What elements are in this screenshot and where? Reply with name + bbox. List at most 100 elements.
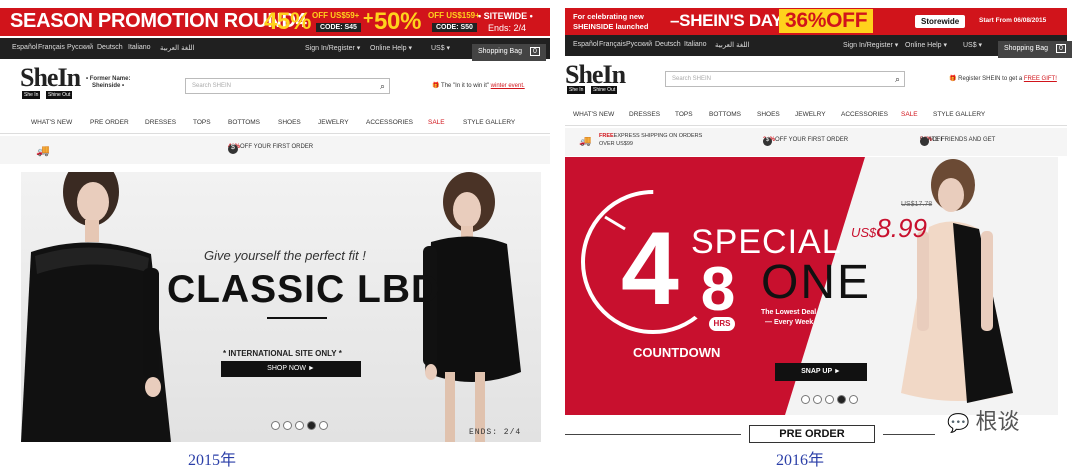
info-strip: 🚚 $ 40% OFF YOUR FIRST ORDER: [0, 136, 550, 164]
nav-whats-new[interactable]: WHAT'S NEW: [31, 119, 72, 126]
lang-es[interactable]: Español: [573, 41, 598, 48]
pre-order-heading[interactable]: PRE ORDER: [749, 425, 875, 443]
lang-ru[interactable]: Русский: [626, 41, 652, 48]
truck-icon: 🚚: [36, 145, 50, 157]
search-placeholder: Search SHEIN: [672, 76, 712, 82]
carousel-dot-active[interactable]: [307, 421, 316, 430]
promo-banner[interactable]: SEASON PROMOTION ROUND4 45% OFF US$59+ C…: [0, 8, 550, 36]
first-order-offer: $ 30% OFF YOUR FIRST ORDER: [763, 137, 848, 146]
nav-accessories[interactable]: ACCESSORIES: [841, 111, 888, 118]
carousel-dot[interactable]: [319, 421, 328, 430]
promo-note: 🎁 The "In it to win it" winter event.: [432, 82, 525, 89]
nav-style-gallery[interactable]: STYLE GALLERY: [933, 111, 985, 118]
logo-tag-shine-out: Shine Out: [46, 91, 73, 99]
lang-it[interactable]: Italiano: [684, 41, 707, 48]
nav-jewelry[interactable]: JEWELRY: [318, 119, 349, 126]
lang-ar[interactable]: اللغة العربية: [160, 44, 195, 52]
promo-start-date: Start From 06/08/2015: [979, 17, 1047, 24]
free-gift-link[interactable]: FREE GIFT!: [1024, 76, 1057, 82]
hero-tagline: Give yourself the perfect fit !: [204, 248, 366, 263]
carousel-dot[interactable]: [813, 395, 822, 404]
promo-percent: 36%OFF: [779, 9, 874, 33]
nav-sale[interactable]: SALE: [901, 111, 918, 118]
shopping-bag-button[interactable]: Shopping Bag 0: [998, 41, 1072, 58]
invite-friends-offer[interactable]: INVITE FRIENDS AND GET 50% OFF: [920, 137, 995, 146]
wechat-icon: 💬: [947, 413, 970, 433]
snap-up-button[interactable]: SNAP UP ►: [775, 363, 867, 381]
free-shipping-line: EXPRESS SHIPPING ON ORDERS: [613, 133, 703, 139]
free-shipping-text: FREE EXPRESS SHIPPING ON ORDERS: [599, 133, 702, 139]
hero-banner-2015[interactable]: Give yourself the perfect fit ! CLASSIC …: [21, 172, 541, 442]
nav-shoes[interactable]: SHOES: [278, 119, 301, 126]
carousel-dot[interactable]: [295, 421, 304, 430]
sign-in-link[interactable]: Sign In/Register ▾: [843, 41, 898, 49]
register-note-text: Register SHEIN to get a: [958, 76, 1023, 82]
divider-right: [883, 434, 935, 435]
promo-off-2: OFF US$159+: [428, 11, 480, 20]
logo-tag-shine-out: Shine Out: [591, 86, 618, 94]
lang-de[interactable]: Deutsch: [655, 41, 681, 48]
headline-divider: [267, 317, 327, 319]
currency-select[interactable]: US$ ▾: [431, 44, 450, 52]
shein-logo[interactable]: SheIn: [20, 63, 81, 93]
nav-bottoms[interactable]: BOTTOMS: [228, 119, 260, 126]
nav-bottoms[interactable]: BOTTOMS: [709, 111, 741, 118]
shopping-bag-label: Shopping Bag: [478, 48, 522, 55]
lang-ru[interactable]: Русский: [67, 44, 93, 51]
carousel-dot[interactable]: [283, 421, 292, 430]
nav-dresses[interactable]: DRESSES: [629, 111, 660, 118]
nav-dresses[interactable]: DRESSES: [145, 119, 176, 126]
promo-code-1: CODE: S45: [316, 23, 361, 32]
nav-whats-new[interactable]: WHAT'S NEW: [573, 111, 614, 118]
shein-2016-screenshot: For celebrating new SHEINSIDE launched –…: [563, 0, 1080, 467]
nav-jewelry[interactable]: JEWELRY: [795, 111, 826, 118]
carousel-dot-active[interactable]: [837, 395, 846, 404]
nav-accessories[interactable]: ACCESSORIES: [366, 119, 413, 126]
language-bar: Español Français Русский Deutsch Italian…: [565, 35, 1072, 58]
nav-pre-order[interactable]: PRE ORDER: [90, 119, 129, 126]
sale-price: US$8.99: [851, 213, 927, 244]
gift-icon: 🎁: [949, 76, 957, 82]
carousel-dot[interactable]: [801, 395, 810, 404]
countdown-label: COUNTDOWN: [633, 345, 721, 360]
promo-sitewide: • SITEWIDE •: [478, 11, 533, 21]
carousel-dot[interactable]: [849, 395, 858, 404]
carousel-dot[interactable]: [271, 421, 280, 430]
nav-shoes[interactable]: SHOES: [757, 111, 780, 118]
old-price: US$17.78: [901, 201, 933, 208]
carousel-dot[interactable]: [825, 395, 834, 404]
lang-es[interactable]: Español: [12, 44, 37, 51]
nav-sale[interactable]: SALE: [428, 119, 445, 126]
search-icon[interactable]: ⌕: [895, 74, 900, 85]
lang-fr[interactable]: Français: [599, 41, 626, 48]
promo-small-2: SHEINSIDE launched: [573, 22, 649, 31]
search-input[interactable]: Search SHEIN ⌕: [185, 78, 390, 94]
former-name-value: Sheinside •: [92, 83, 125, 89]
online-help-link[interactable]: Online Help ▾: [370, 44, 412, 52]
promo-note-link[interactable]: winter event.: [491, 83, 525, 89]
hero-banner-2016[interactable]: 4 8 HRS COUNTDOWN SPECIAL ONE The Lowest…: [565, 157, 1058, 415]
promo-banner[interactable]: For celebrating new SHEINSIDE launched –…: [565, 8, 1067, 36]
lang-ar[interactable]: اللغة العربية: [715, 41, 750, 49]
countdown-number-4: 4: [621, 211, 679, 327]
free-shipping-threshold: OVER US$99: [599, 141, 633, 147]
online-help-link[interactable]: Online Help ▾: [905, 41, 947, 49]
search-icon[interactable]: ⌕: [380, 81, 385, 92]
logo-tag-shein: She In: [22, 91, 41, 99]
lang-it[interactable]: Italiano: [128, 44, 151, 51]
lang-fr[interactable]: Français: [38, 44, 65, 51]
nav-tops[interactable]: TOPS: [193, 119, 211, 126]
shop-now-button[interactable]: SHOP NOW ►: [221, 361, 361, 377]
nav-tops[interactable]: TOPS: [675, 111, 693, 118]
search-input[interactable]: Search SHEIN ⌕: [665, 71, 905, 87]
shopping-bag-button[interactable]: Shopping Bag 0: [472, 44, 546, 61]
hero-headline: CLASSIC LBD: [167, 268, 441, 311]
every-week-text: — Every Week: [765, 319, 814, 326]
dollar-icon: $: [763, 137, 772, 146]
nav-style-gallery[interactable]: STYLE GALLERY: [463, 119, 515, 126]
lang-de[interactable]: Deutsch: [97, 44, 123, 51]
hero-site-only: * INTERNATIONAL SITE ONLY *: [223, 349, 342, 358]
carousel-dots: [801, 395, 858, 404]
currency-select[interactable]: US$ ▾: [963, 41, 982, 49]
sign-in-link[interactable]: Sign In/Register ▾: [305, 44, 360, 52]
